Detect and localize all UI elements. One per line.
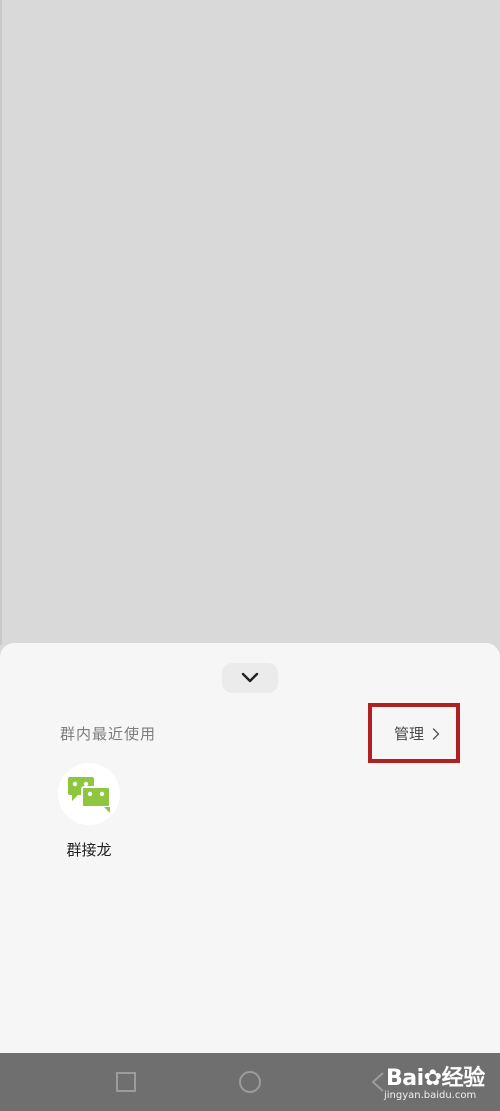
section-title: 群内最近使用 [60, 725, 157, 743]
paw-icon: ✿ [423, 1066, 442, 1091]
home-icon[interactable] [238, 1070, 262, 1094]
group-chat-icon [68, 777, 111, 813]
watermark-brand: Bai✿经验 [386, 1066, 485, 1091]
manage-highlight-box: 管理 [368, 703, 460, 763]
app-icon [58, 763, 120, 825]
manage-link[interactable]: 管理 [394, 723, 440, 744]
chat-backdrop[interactable] [0, 0, 500, 645]
app-item-group-solitaire[interactable]: 群接龙 [56, 763, 122, 860]
chevron-right-icon [432, 727, 440, 740]
baidu-watermark: Bai✿经验 jingyan.baidu.com [382, 1054, 500, 1110]
collapse-button[interactable] [222, 663, 278, 693]
chevron-down-icon [241, 672, 259, 683]
app-label: 群接龙 [66, 841, 112, 859]
watermark-url: jingyan.baidu.com [384, 1090, 477, 1101]
manage-label: 管理 [394, 725, 425, 743]
recent-apps-icon[interactable] [114, 1070, 138, 1094]
bottom-sheet: 群内最近使用 管理 群接龙 [0, 643, 500, 1053]
screen: 群内最近使用 管理 群接龙 Bai✿经验 jingyan.baidu.com [0, 0, 500, 1111]
